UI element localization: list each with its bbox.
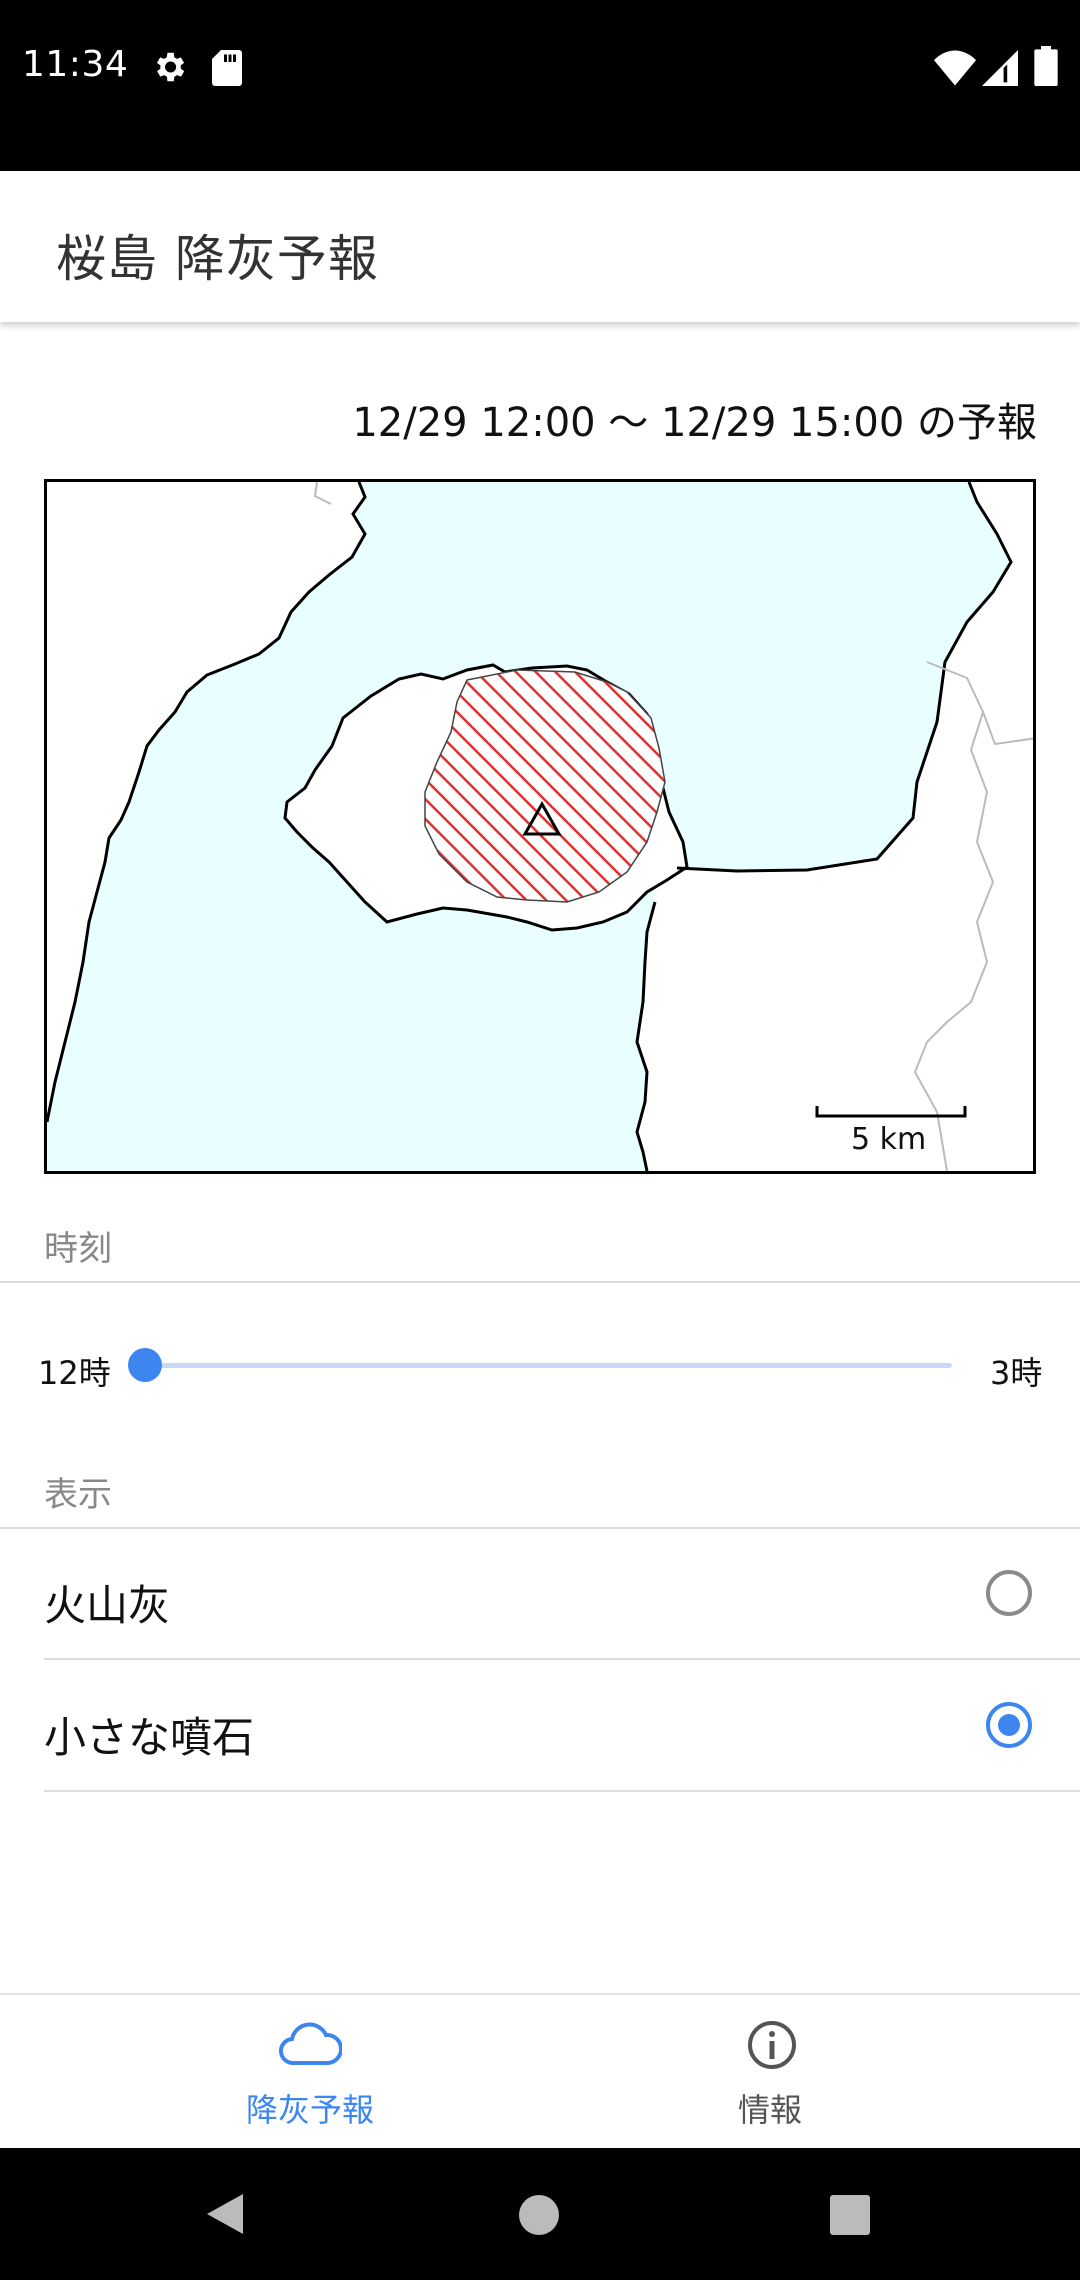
- ashfall-area: [424, 669, 666, 903]
- scale-label: 5 km: [851, 1122, 927, 1157]
- radio-small-cinders[interactable]: [986, 1702, 1032, 1748]
- gear-icon: [156, 52, 185, 82]
- system-navigation-bar: [0, 2148, 1080, 2280]
- slider-min-label: 12時: [38, 1354, 111, 1392]
- display-section-divider: [0, 1527, 1080, 1529]
- recents-icon[interactable]: [829, 2194, 871, 2236]
- status-bar: 11:34: [0, 0, 1080, 171]
- radio-volcanic-ash[interactable]: [986, 1570, 1032, 1616]
- wifi-icon: [934, 50, 976, 86]
- time-slider-thumb[interactable]: [128, 1348, 162, 1382]
- slider-max-label: 3時: [990, 1354, 1043, 1392]
- app-bar: 桜島 降灰予報: [0, 171, 1080, 322]
- sd-card-icon: [212, 50, 242, 86]
- ashfall-map[interactable]: 5 km: [44, 479, 1036, 1174]
- forecast-period-title: 12/29 12:00 〜 12/29 15:00 の予報: [352, 400, 1037, 446]
- time-section-label: 時刻: [44, 1229, 112, 1269]
- info-icon: [748, 2021, 796, 2069]
- nav-label: 降灰予報: [245, 2091, 374, 2129]
- option-divider: [44, 1790, 1080, 1792]
- scale-bar: [815, 1106, 967, 1118]
- battery-icon: [1034, 46, 1058, 86]
- nav-item-info[interactable]: 情報: [500, 1995, 1040, 2150]
- bottom-navigation: 降灰予報 情報: [0, 1993, 1080, 2150]
- boundary-line-nw: [313, 482, 332, 505]
- display-section-label: 表示: [44, 1475, 112, 1515]
- nav-item-ashfall-forecast[interactable]: 降灰予報: [40, 1995, 580, 2150]
- page-title: 桜島 降灰予報: [56, 230, 379, 288]
- back-icon[interactable]: [205, 2192, 245, 2236]
- option-label: 火山灰: [44, 1581, 171, 1630]
- signal-icon: [982, 50, 1018, 86]
- cloud-icon: [279, 2022, 342, 2066]
- option-row-volcanic-ash[interactable]: 火山灰: [0, 1530, 1080, 1658]
- nav-label: 情報: [737, 2091, 802, 2129]
- status-time: 11:34: [22, 44, 129, 85]
- time-section-divider: [0, 1281, 1080, 1283]
- home-icon[interactable]: [518, 2194, 560, 2236]
- option-label: 小さな噴石: [44, 1713, 255, 1762]
- map-canvas: [47, 482, 1033, 1171]
- option-row-small-cinders[interactable]: 小さな噴石: [0, 1660, 1080, 1790]
- time-slider-track[interactable]: [146, 1363, 952, 1368]
